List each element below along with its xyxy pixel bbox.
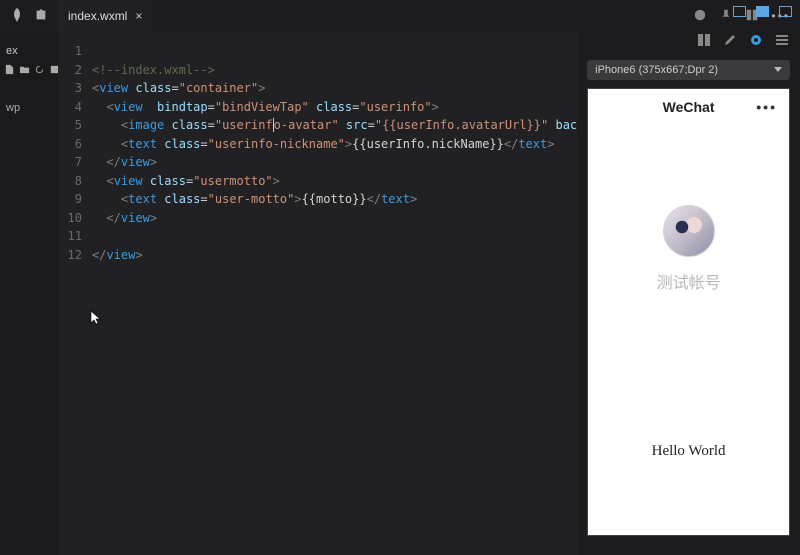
preview-panel: iPhone6 (375x667;Dpr 2) WeChat ••• 测试帐号 … <box>577 32 800 555</box>
phone-navbar: WeChat ••• <box>588 89 789 125</box>
nav-title: WeChat <box>663 99 715 115</box>
line-gutter: 123456 789101112 <box>58 32 92 555</box>
new-folder-icon[interactable] <box>19 64 30 78</box>
window-min-icon[interactable] <box>733 6 746 17</box>
editor-tabs: index.wxml × <box>58 0 152 32</box>
window-controls <box>733 6 792 17</box>
export-icon[interactable] <box>34 8 48 25</box>
brush-icon[interactable] <box>722 32 738 51</box>
avatar[interactable] <box>663 205 715 257</box>
file-explorer-item[interactable]: ex <box>0 42 24 60</box>
preview-toolbar <box>696 32 790 51</box>
eye-icon[interactable] <box>748 32 764 51</box>
new-file-icon[interactable] <box>4 64 15 78</box>
code-content[interactable]: <!--index.wxml--> <view class="container… <box>92 32 577 555</box>
book-icon[interactable] <box>696 32 712 51</box>
phone-simulator[interactable]: WeChat ••• 测试帐号 Hello World <box>587 88 790 536</box>
pin-icon[interactable] <box>719 8 733 25</box>
tab-index-wxml[interactable]: index.wxml × <box>58 0 152 32</box>
refresh-icon[interactable] <box>34 64 45 78</box>
list-icon[interactable] <box>774 32 790 51</box>
code-editor[interactable]: 123456 789101112 <!--index.wxml--> <view… <box>58 32 577 555</box>
activity-bar <box>0 0 58 32</box>
sidebar: ex wp <box>0 32 58 555</box>
phone-body: 测试帐号 Hello World <box>588 125 789 535</box>
window-max-icon[interactable] <box>756 6 769 17</box>
sidebar-file-actions <box>0 60 64 82</box>
window-close-icon[interactable] <box>779 6 792 17</box>
nav-more-icon[interactable]: ••• <box>756 99 777 115</box>
sidebar-label: wp <box>0 82 26 114</box>
tab-label: index.wxml <box>68 9 127 23</box>
nickname-label: 测试帐号 <box>657 269 721 293</box>
motto-label: Hello World <box>652 443 726 460</box>
compass-icon[interactable] <box>693 8 707 25</box>
rocket-icon[interactable] <box>10 8 24 25</box>
close-icon[interactable]: × <box>135 9 142 23</box>
device-select[interactable]: iPhone6 (375x667;Dpr 2) <box>587 60 790 80</box>
